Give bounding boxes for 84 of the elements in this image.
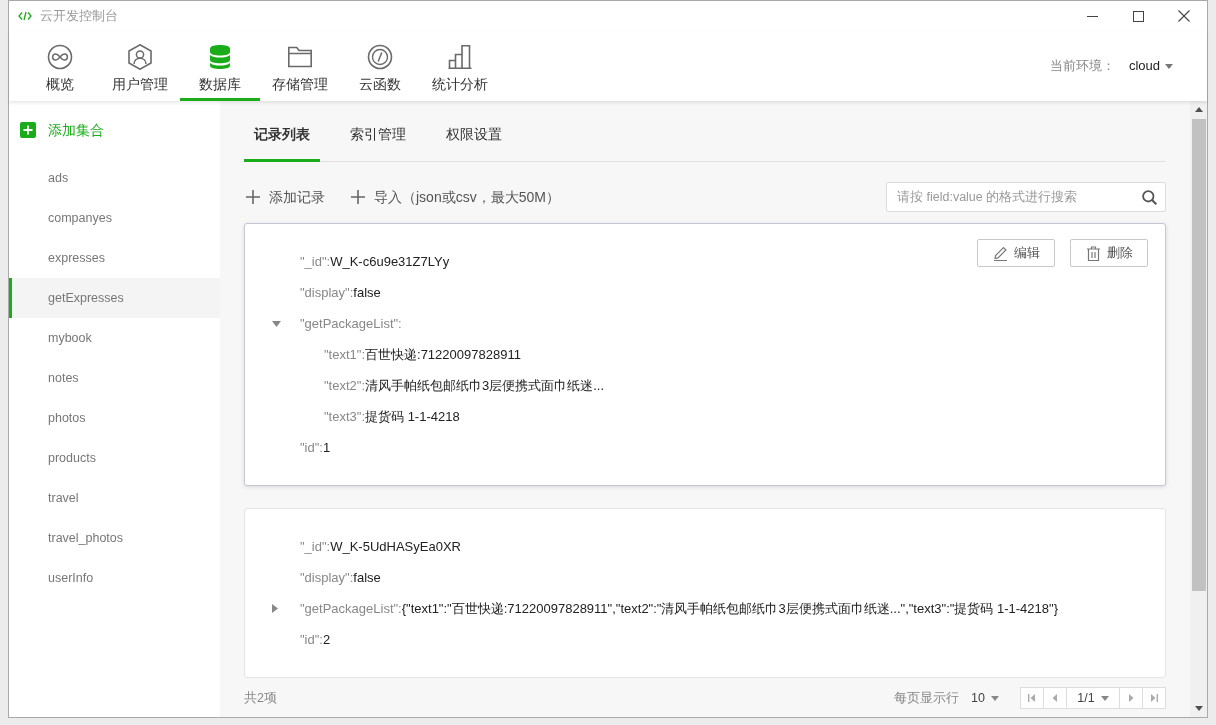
trash-icon	[1085, 245, 1101, 261]
plus-icon	[246, 190, 260, 204]
collection-item[interactable]: expresses	[9, 238, 220, 278]
first-page-icon	[1028, 694, 1036, 702]
field-key: "id":	[300, 629, 323, 650]
environment-dropdown[interactable]: cloud	[1128, 56, 1173, 76]
collection-item[interactable]: travel_photos	[9, 518, 220, 558]
import-button[interactable]: 导入（json或csv，最大50M）	[349, 186, 562, 208]
tab[interactable]: 记录列表	[244, 109, 320, 162]
pencil-icon	[992, 245, 1008, 261]
field-value: false	[353, 283, 381, 302]
maximize-icon	[1132, 10, 1144, 22]
field-key: "id":	[300, 437, 323, 458]
field-key: "text3":	[324, 406, 366, 427]
collection-item[interactable]: mybook	[9, 318, 220, 358]
field-key: "display":	[300, 282, 354, 303]
caret-down-icon	[1100, 695, 1109, 701]
nav-tab[interactable]: 存储管理	[260, 31, 340, 101]
item-count: 共2项	[244, 689, 277, 707]
tab[interactable]: 权限设置	[436, 109, 512, 162]
collection-item[interactable]: products	[9, 438, 220, 478]
close-icon	[1178, 10, 1190, 22]
window-title: 云开发控制台	[40, 7, 118, 26]
search-icon[interactable]	[1142, 189, 1157, 205]
field-key: "getPackageList":	[300, 313, 402, 334]
field-key: "text2":	[324, 375, 366, 396]
caret-down-icon	[1165, 63, 1173, 69]
field-value: 提货码 1-1-4218	[365, 407, 460, 426]
page-size-dropdown[interactable]: 10	[971, 688, 999, 708]
next-page-button[interactable]	[1119, 687, 1143, 709]
field-value: W_K-c6u9e31Z7LYy	[330, 252, 450, 271]
search-field[interactable]: 请按 field:value 的格式进行搜索	[886, 182, 1166, 212]
plus-icon	[20, 122, 36, 138]
field-key: "display":	[300, 567, 354, 588]
field-key: "_id":	[300, 251, 331, 272]
nav-tab[interactable]: 概览	[20, 31, 100, 101]
minimize-icon	[1086, 15, 1098, 17]
field-key: "_id":	[300, 536, 331, 557]
edit-button[interactable]: 编辑	[977, 239, 1055, 267]
user-icon	[127, 44, 153, 70]
last-page-button[interactable]	[1142, 687, 1166, 709]
caret-up-icon	[1194, 107, 1203, 112]
tab[interactable]: 索引管理	[340, 109, 416, 162]
plus-icon	[351, 190, 365, 204]
infinity-icon	[47, 44, 73, 70]
first-page-button[interactable]	[1020, 687, 1044, 709]
field-value: {"text1":"百世快递:71220097828911","text2":"清风手帕纸包邮纸巾3层便携式面巾纸迷...","text3":"提货码 1-1-4218"}	[401, 599, 1058, 618]
last-page-icon	[1150, 694, 1158, 702]
collection-item[interactable]: travel	[9, 478, 220, 518]
field-key: "getPackageList":	[300, 598, 402, 619]
collection-item[interactable]: ads	[9, 158, 220, 198]
scrollbar-thumb[interactable]	[1191, 119, 1206, 591]
collection-item[interactable]: getExpresses	[9, 278, 220, 318]
collection-item[interactable]: userInfo	[9, 558, 220, 598]
caret-right-icon	[1127, 694, 1135, 702]
environment-label: 当前环境：	[1049, 57, 1115, 76]
slash-circle-icon	[367, 44, 393, 70]
code-icon	[18, 11, 32, 21]
nav-tab[interactable]: 用户管理	[100, 31, 180, 101]
database-icon	[207, 44, 233, 70]
caret-left-icon	[1051, 694, 1059, 702]
collection-item[interactable]: notes	[9, 358, 220, 398]
caret-right-icon[interactable]	[272, 604, 278, 613]
caret-down-icon	[991, 695, 999, 701]
field-value: W_K-5UdHASyEa0XR	[330, 537, 461, 556]
field-value: 2	[322, 630, 331, 649]
field-value: 1	[322, 438, 331, 457]
field-value: 百世快递:71220097828911	[365, 345, 521, 364]
caret-down-icon[interactable]	[272, 320, 281, 327]
nav-tab[interactable]: 统计分析	[420, 31, 500, 101]
nav-tab[interactable]: 云函数	[340, 31, 420, 101]
bar-chart-icon	[447, 44, 473, 70]
page-size-label: 每页显示行	[894, 689, 960, 707]
field-key: "text1":	[324, 344, 366, 365]
field-value: false	[353, 568, 381, 587]
page-select-dropdown[interactable]: 1/1	[1066, 687, 1120, 709]
previous-page-button[interactable]	[1043, 687, 1067, 709]
collection-item[interactable]: companyes	[9, 198, 220, 238]
folder-icon	[287, 44, 313, 70]
delete-button[interactable]: 删除	[1070, 239, 1148, 267]
caret-down-icon	[1194, 706, 1203, 711]
add-record-button[interactable]: 添加记录	[244, 186, 327, 208]
field-value: 清风手帕纸包邮纸巾3层便携式面巾纸迷...	[365, 376, 605, 395]
collection-item[interactable]: photos	[9, 398, 220, 438]
